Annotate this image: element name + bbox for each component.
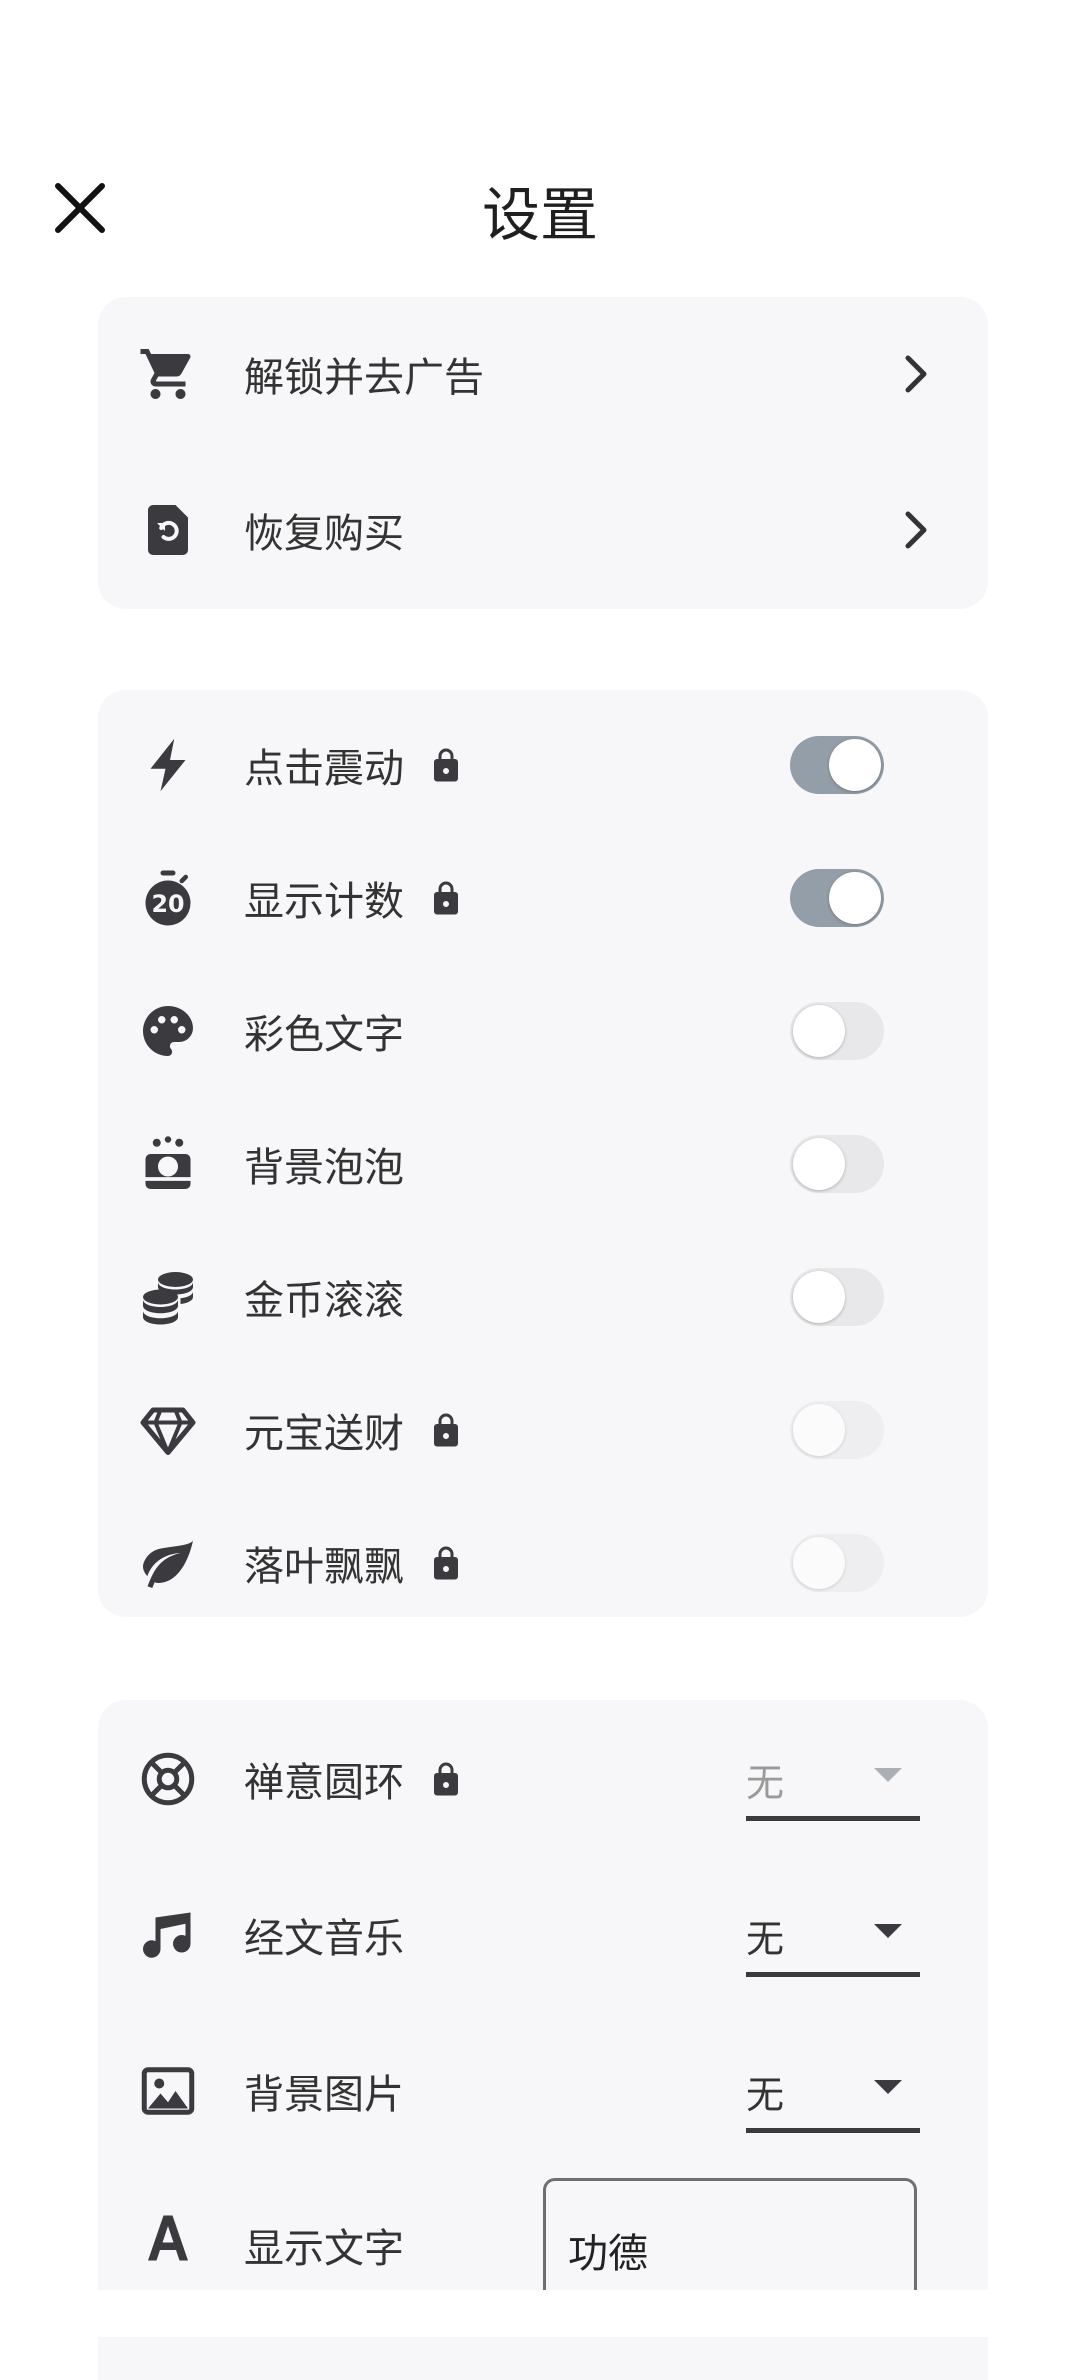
background-image-row: 背景图片 无: [98, 2054, 988, 2133]
rolling-coins-row: 金币滚滚: [98, 1262, 988, 1332]
restore-file-icon: [138, 500, 198, 560]
unlock-remove-ads-row[interactable]: 解锁并去广告: [98, 339, 988, 409]
background-bubbles-toggle[interactable]: [790, 1135, 884, 1193]
ring-icon: [138, 1749, 198, 1809]
display-text-value: 功德: [568, 2231, 648, 2277]
zen-ring-dropdown[interactable]: 无: [746, 1742, 920, 1821]
timer-20-icon: 20: [138, 868, 198, 928]
falling-leaves-row: 落叶飘飘: [98, 1528, 988, 1598]
zen-ring-label: 禅意圆环: [244, 1760, 404, 1806]
show-count-label: 显示计数: [244, 879, 404, 925]
options-card: 禅意圆环 无 经文音乐 无 背景图片 无 显示文字 功德: [98, 1700, 988, 2380]
lock-icon: [434, 1413, 458, 1447]
page-title: 设置: [481, 181, 598, 249]
purchase-card: 解锁并去广告 恢复购买: [98, 297, 988, 609]
zen-ring-row: 禅意圆环 无: [98, 1742, 988, 1821]
colored-text-label: 彩色文字: [244, 1012, 404, 1058]
palette-icon: [138, 1001, 198, 1061]
background-image-label: 背景图片: [244, 2072, 404, 2118]
scripture-music-row: 经文音乐 无: [98, 1898, 988, 1977]
dropdown-arrow-icon: [874, 1924, 902, 1938]
coins-icon: [138, 1267, 198, 1327]
image-icon: [138, 2061, 198, 2121]
music-note-icon: [138, 1905, 198, 1965]
restore-purchase-row[interactable]: 恢复购买: [98, 495, 988, 565]
background-image-value: 无: [746, 2073, 785, 2117]
zen-ring-value: 无: [746, 1761, 785, 1805]
leaf-icon: [138, 1533, 198, 1593]
ingot-fortune-row: 元宝送财: [98, 1395, 988, 1465]
falling-leaves-label: 落叶飘飘: [244, 1544, 404, 1590]
display-text-input[interactable]: 功德: [543, 2178, 917, 2298]
chevron-right-icon: [905, 511, 927, 549]
effects-card: 点击震动 20 显示计数 彩色文字 背景泡泡 金币滚滚 元宝送财 落叶飘飘: [98, 690, 988, 1617]
lock-icon: [434, 881, 458, 915]
ingot-fortune-toggle[interactable]: [790, 1401, 884, 1459]
display-text-label: 显示文字: [244, 2226, 404, 2272]
show-count-toggle[interactable]: [790, 869, 884, 927]
tap-vibration-row: 点击震动: [98, 730, 988, 800]
lock-icon: [434, 1762, 458, 1796]
tap-vibration-toggle[interactable]: [790, 736, 884, 794]
tap-vibration-label: 点击震动: [244, 746, 404, 792]
cart-icon: [138, 344, 198, 404]
svg-text:20: 20: [151, 890, 184, 918]
lock-icon: [434, 1546, 458, 1580]
dropdown-arrow-icon: [874, 1768, 902, 1782]
bolt-icon: [138, 735, 198, 795]
scripture-music-value: 无: [746, 1917, 785, 1961]
ingot-fortune-label: 元宝送财: [244, 1411, 404, 1457]
rolling-coins-label: 金币滚滚: [244, 1278, 404, 1324]
rolling-coins-toggle[interactable]: [790, 1268, 884, 1326]
bubbles-icon: [138, 1134, 198, 1194]
background-image-dropdown[interactable]: 无: [746, 2054, 920, 2133]
background-bubbles-row: 背景泡泡: [98, 1129, 988, 1199]
chevron-right-icon: [905, 355, 927, 393]
diamond-icon: [138, 1400, 198, 1460]
font-icon: [138, 2208, 198, 2268]
colored-text-row: 彩色文字: [98, 996, 988, 1066]
display-text-row: 显示文字 功德: [98, 2178, 988, 2298]
background-bubbles-label: 背景泡泡: [244, 1145, 404, 1191]
dropdown-arrow-icon: [874, 2080, 902, 2094]
bottom-fade: [0, 2290, 1080, 2337]
scripture-music-label: 经文音乐: [244, 1916, 404, 1962]
colored-text-toggle[interactable]: [790, 1002, 884, 1060]
restore-purchase-label: 恢复购买: [244, 511, 404, 557]
scripture-music-dropdown[interactable]: 无: [746, 1898, 920, 1977]
falling-leaves-toggle[interactable]: [790, 1534, 884, 1592]
unlock-remove-ads-label: 解锁并去广告: [244, 355, 484, 401]
show-count-row: 20 显示计数: [98, 863, 988, 933]
lock-icon: [434, 748, 458, 782]
